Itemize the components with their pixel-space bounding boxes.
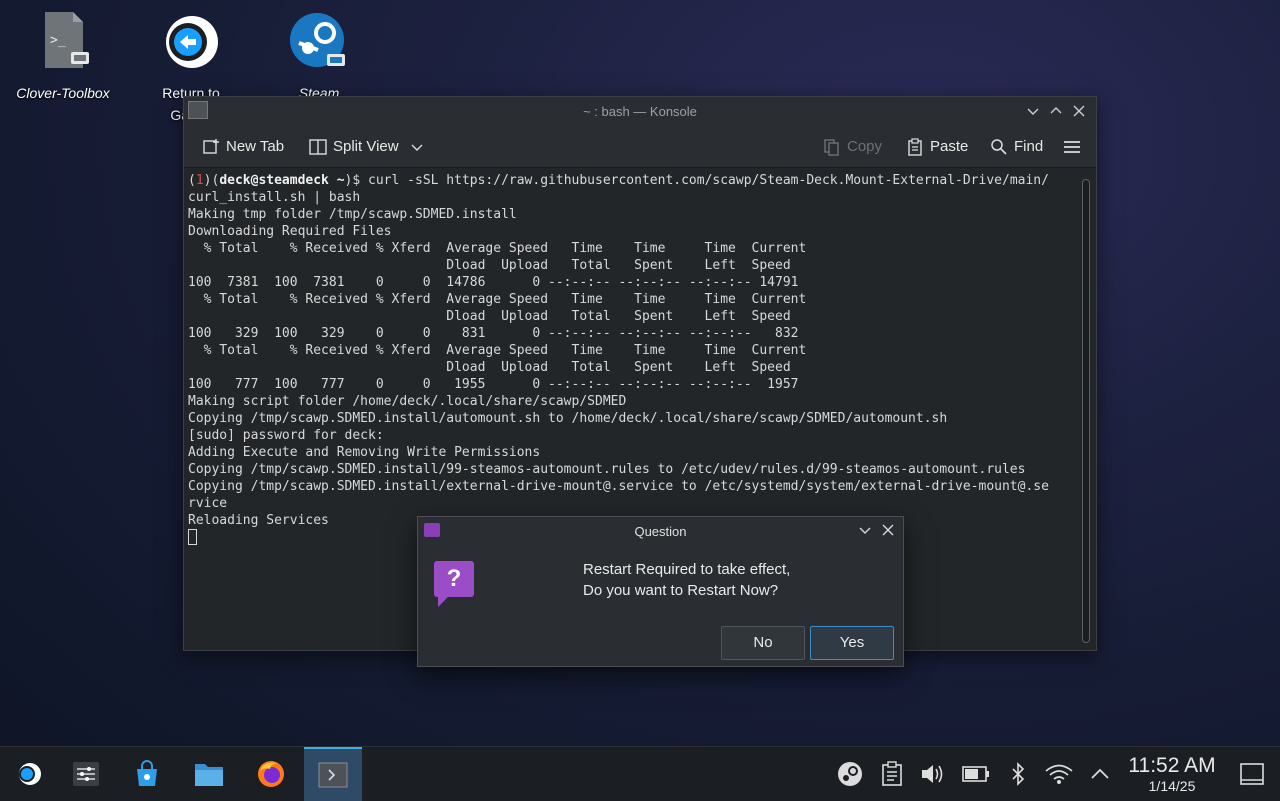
terminal-line: Dload Upload Total Spent Left Speed xyxy=(188,258,791,273)
copy-button[interactable]: Copy xyxy=(823,135,882,159)
clock[interactable]: 11:52 AM 1/14/25 xyxy=(1122,754,1222,794)
close-icon[interactable] xyxy=(1070,103,1088,121)
prompt-user-host: deck@steamdeck xyxy=(219,173,329,188)
svg-text:>_: >_ xyxy=(50,33,66,48)
terminal-line: 100 777 100 777 0 0 1955 0 --:--:-- --:-… xyxy=(188,377,799,392)
chevron-down-icon xyxy=(411,141,423,153)
desktop-icon-steam[interactable]: Steam xyxy=(264,10,374,104)
copy-icon xyxy=(823,138,841,156)
taskbar: 11:52 AM 1/14/25 xyxy=(0,746,1280,801)
new-tab-label: New Tab xyxy=(226,138,285,155)
minimize-icon[interactable] xyxy=(1024,103,1042,121)
terminal-scrollbar[interactable] xyxy=(1082,179,1090,643)
firefox-button[interactable] xyxy=(242,747,300,801)
desktop-icon-label: Clover-Toolbox xyxy=(16,85,110,101)
split-view-icon xyxy=(309,138,327,156)
wifi-icon[interactable] xyxy=(1043,759,1075,789)
search-icon xyxy=(990,138,1008,156)
close-icon[interactable] xyxy=(880,523,896,539)
chevron-down-icon[interactable] xyxy=(857,523,873,539)
dialog-message-line1: Restart Required to take effect, xyxy=(583,561,791,578)
volume-icon[interactable] xyxy=(917,759,949,789)
paste-button[interactable]: Paste xyxy=(906,135,968,159)
terminal-line: % Total % Received % Xferd Average Speed… xyxy=(188,292,807,307)
terminal-line: rvice xyxy=(188,496,228,511)
terminal-line: % Total % Received % Xferd Average Speed… xyxy=(188,343,807,358)
konsole-toolbar: New Tab Split View Copy Paste Find xyxy=(184,127,1096,168)
steam-tray-icon[interactable] xyxy=(834,759,866,789)
terminal-line: Making tmp folder /tmp/scawp.SDMED.insta… xyxy=(188,207,517,222)
terminal-line: Copying /tmp/scawp.SDMED.install/externa… xyxy=(188,479,1049,494)
terminal-line: [sudo] password for deck: xyxy=(188,428,384,443)
no-button[interactable]: No xyxy=(721,626,805,660)
paste-icon xyxy=(906,138,924,156)
terminal-line: 100 7381 100 7381 0 0 14786 0 --:--:-- -… xyxy=(188,275,799,290)
terminal-line: Making script folder /home/deck/.local/s… xyxy=(188,394,627,409)
terminal-line: Dload Upload Total Spent Left Speed xyxy=(188,309,791,324)
terminal-line: Downloading Required Files xyxy=(188,224,392,239)
terminal-line: Adding Execute and Removing Write Permis… xyxy=(188,445,541,460)
return-arrow-icon xyxy=(161,10,221,72)
split-view-label: Split View xyxy=(333,138,399,155)
discover-store-button[interactable] xyxy=(118,747,176,801)
system-settings-button[interactable] xyxy=(57,747,115,801)
question-dialog[interactable]: Question ? Restart Required to take effe… xyxy=(417,516,904,667)
battery-icon[interactable] xyxy=(960,759,992,789)
firefox-icon xyxy=(258,761,284,787)
dialog-message-line2: Do you want to Restart Now? xyxy=(583,582,779,599)
shopping-bag-icon xyxy=(137,760,157,786)
prompt-command: $ curl -sSL https://raw.githubuserconten… xyxy=(352,173,1049,188)
prompt-line: (1)(deck@steamdeck ~)$ curl -sSL https:/… xyxy=(188,173,1049,188)
clipboard-icon[interactable] xyxy=(876,759,908,789)
clock-date: 1/14/25 xyxy=(1148,778,1196,794)
steam-icon xyxy=(289,10,349,72)
new-tab-icon xyxy=(202,138,220,156)
window-titlebar[interactable]: ~ : bash — Konsole xyxy=(184,97,1096,127)
folder-icon xyxy=(195,764,223,786)
show-desktop-button[interactable] xyxy=(1236,759,1268,789)
split-view-button[interactable]: Split View xyxy=(309,135,423,159)
terminal-line: curl_install.sh | bash xyxy=(188,190,361,205)
question-icon: ? xyxy=(434,561,474,607)
clock-time: 11:52 AM xyxy=(1128,754,1216,777)
desktop-icon-clover-toolbox[interactable]: >_ Clover-Toolbox xyxy=(8,10,118,104)
terminal-cursor xyxy=(188,529,197,545)
find-button[interactable]: Find xyxy=(990,135,1043,159)
maximize-icon[interactable] xyxy=(1047,103,1065,121)
chevron-up-icon[interactable] xyxy=(1084,759,1116,789)
terminal-line: % Total % Received % Xferd Average Speed… xyxy=(188,241,807,256)
hamburger-menu-icon[interactable] xyxy=(1063,135,1081,159)
dialog-message: Restart Required to take effect, Do you … xyxy=(583,559,790,601)
copy-label: Copy xyxy=(847,138,883,155)
paste-label: Paste xyxy=(930,138,969,155)
settings-sliders-icon xyxy=(73,762,99,786)
file-manager-button[interactable] xyxy=(180,747,238,801)
steamdeck-logo-icon xyxy=(19,763,41,785)
terminal-line: Copying /tmp/scawp.SDMED.install/automou… xyxy=(188,411,948,426)
window-title: ~ : bash — Konsole xyxy=(583,104,697,119)
new-tab-button[interactable]: New Tab xyxy=(202,135,284,159)
prompt-exit-code: 1 xyxy=(195,173,204,188)
find-label: Find xyxy=(1014,138,1044,155)
application-launcher-button[interactable] xyxy=(0,747,58,801)
bluetooth-icon[interactable] xyxy=(1002,759,1034,789)
konsole-task-button[interactable] xyxy=(304,747,362,801)
yes-button[interactable]: Yes xyxy=(810,626,894,660)
terminal-line: Copying /tmp/scawp.SDMED.install/99-stea… xyxy=(188,462,1026,477)
terminal-line: Dload Upload Total Spent Left Speed xyxy=(188,360,791,375)
terminal-icon xyxy=(318,762,348,788)
dialog-title: Question xyxy=(634,524,687,539)
terminal-script-icon: >_ xyxy=(33,10,93,72)
terminal-lines: curl_install.sh | bash Making tmp folder … xyxy=(188,189,1073,529)
prompt-cwd: ~ xyxy=(336,173,345,188)
terminal-line: 100 329 100 329 0 0 831 0 --:--:-- --:--… xyxy=(188,326,799,341)
